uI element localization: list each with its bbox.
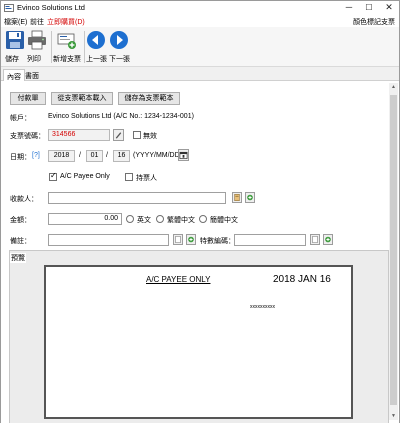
cheque-preview-area: A/C PAYEE ONLY 2018 JAN 16 xxxxxxxxxx	[9, 250, 389, 423]
memo-list-button[interactable]	[173, 234, 183, 245]
scrollbar-thumb[interactable]	[390, 95, 397, 405]
amount-label: 金額：	[10, 217, 31, 224]
close-button[interactable]: ✕	[379, 1, 399, 15]
preview-ac-payee-only: A/C PAYEE ONLY	[146, 275, 211, 284]
simplified-chinese-radio[interactable]	[199, 215, 207, 223]
application-window: Evinco Solutions Ltd ─ ☐ ✕ 檔案(E) 前往 立即購買…	[0, 0, 400, 423]
arrow-right-icon	[110, 31, 128, 49]
void-label: 無效	[143, 133, 157, 140]
new-cheque-icon	[57, 33, 76, 49]
previous-button[interactable]: 上一張	[86, 30, 107, 63]
payee-list-button[interactable]	[232, 192, 242, 203]
scroll-down-icon[interactable]: ▼	[389, 412, 398, 420]
maximize-button[interactable]: ☐	[359, 1, 379, 15]
ac-payee-only-label: A/C Payee Only	[60, 173, 110, 180]
cheque-number-label: 支票號碼：	[10, 133, 45, 140]
preview-amount: xxxxxxxxxx	[250, 304, 275, 310]
load-template-button[interactable]: 從支票範本載入	[51, 92, 113, 105]
date-separator: /	[106, 152, 108, 159]
menu-color-tag[interactable]: 顏色標記支票	[353, 17, 395, 27]
save-template-button[interactable]: 儲存為支票範本	[118, 92, 180, 105]
account-label: 帳戶：	[10, 115, 31, 122]
date-help-link[interactable]: [?]	[32, 152, 40, 159]
reference-field[interactable]	[234, 234, 306, 246]
simplified-chinese-label: 簡體中文	[210, 217, 238, 224]
minimize-button[interactable]: ─	[339, 1, 359, 15]
form-panel: 付款單 從支票範本載入 儲存為支票範本 帳戶： Evinco Solutions…	[1, 81, 399, 423]
app-icon	[4, 4, 14, 12]
preview-label: 預覽	[10, 253, 26, 263]
add-reference-button[interactable]	[323, 234, 333, 245]
new-cheque-button[interactable]: 新增支票	[53, 30, 81, 63]
menu-goto[interactable]: 前往	[30, 17, 44, 27]
payee-label: 收款人：	[10, 196, 38, 203]
ac-payee-only-checkbox[interactable]	[49, 171, 57, 181]
date-day-field[interactable]: 16	[113, 150, 130, 162]
reference-label: 特數編碼：	[200, 238, 235, 245]
reference-list-button[interactable]	[310, 234, 320, 245]
next-button[interactable]: 下一張	[109, 30, 130, 63]
pencil-icon	[115, 132, 122, 139]
title-bar: Evinco Solutions Ltd ─ ☐ ✕	[1, 1, 399, 15]
date-year-field[interactable]: 2018	[48, 150, 75, 162]
print-button[interactable]: 列印	[27, 30, 47, 63]
date-label: 日期：	[10, 154, 31, 161]
window-title: Evinco Solutions Ltd	[17, 3, 85, 12]
previous-label: 上一張	[86, 56, 107, 63]
menu-reprint[interactable]: 立即購買(D)	[47, 17, 85, 27]
bearer-label: 持票人	[136, 175, 157, 182]
print-label: 列印	[27, 56, 41, 63]
scroll-up-icon[interactable]: ▲	[389, 83, 398, 91]
cheque-preview: A/C PAYEE ONLY 2018 JAN 16 xxxxxxxxxx	[44, 265, 353, 419]
document-icon	[312, 236, 318, 243]
add-icon	[188, 236, 194, 243]
address-book-icon	[234, 194, 240, 201]
memo-field[interactable]	[48, 234, 169, 246]
save-icon	[6, 31, 24, 49]
traditional-chinese-radio[interactable]	[156, 215, 164, 223]
vertical-scrollbar[interactable]: ▲ ▼	[389, 83, 398, 420]
date-separator: /	[79, 152, 81, 159]
bearer-checkbox[interactable]	[125, 173, 133, 181]
menu-bar: 檔案(E) 前往 立即購買(D) 顏色標記支票	[1, 15, 399, 27]
printer-icon	[28, 30, 46, 50]
menu-file[interactable]: 檔案(E)	[4, 17, 27, 27]
arrow-left-icon	[87, 31, 105, 49]
tab-page[interactable]: 書面	[25, 71, 39, 81]
add-memo-button[interactable]	[186, 234, 196, 245]
preview-date: 2018 JAN 16	[273, 274, 331, 285]
calendar-icon	[179, 151, 188, 159]
toolbar-separator	[84, 31, 85, 63]
account-value: Evinco Solutions Ltd (A/C No.: 1234-1234…	[48, 113, 194, 120]
toolbar: 儲存 列印 新增支票 上一張 下一張	[1, 27, 399, 67]
payment-slip-button[interactable]: 付款單	[10, 92, 46, 105]
tab-bar: 內容 書面	[1, 67, 399, 81]
date-month-field[interactable]: 01	[86, 150, 103, 162]
add-icon	[247, 194, 253, 201]
toolbar-separator	[51, 31, 52, 63]
amount-field[interactable]: 0.00	[48, 213, 122, 225]
save-label: 儲存	[5, 56, 19, 63]
memo-label: 備註：	[10, 238, 31, 245]
add-icon	[325, 236, 331, 243]
cheque-number-field[interactable]: 314566	[48, 129, 110, 141]
calendar-button[interactable]	[178, 149, 189, 161]
document-icon	[175, 236, 181, 243]
edit-cheque-number-button[interactable]	[113, 129, 124, 141]
add-payee-button[interactable]	[245, 192, 255, 203]
new-cheque-label: 新增支票	[53, 56, 81, 63]
save-button[interactable]: 儲存	[5, 30, 25, 63]
english-radio[interactable]	[126, 215, 134, 223]
payee-field[interactable]	[48, 192, 226, 204]
next-label: 下一張	[109, 56, 130, 63]
english-label: 英文	[137, 217, 151, 224]
date-format-hint: (YYYY/MM/DD)	[133, 152, 182, 159]
void-checkbox[interactable]	[133, 131, 141, 139]
traditional-chinese-label: 繁體中文	[167, 217, 195, 224]
tab-content[interactable]: 內容	[3, 69, 25, 81]
